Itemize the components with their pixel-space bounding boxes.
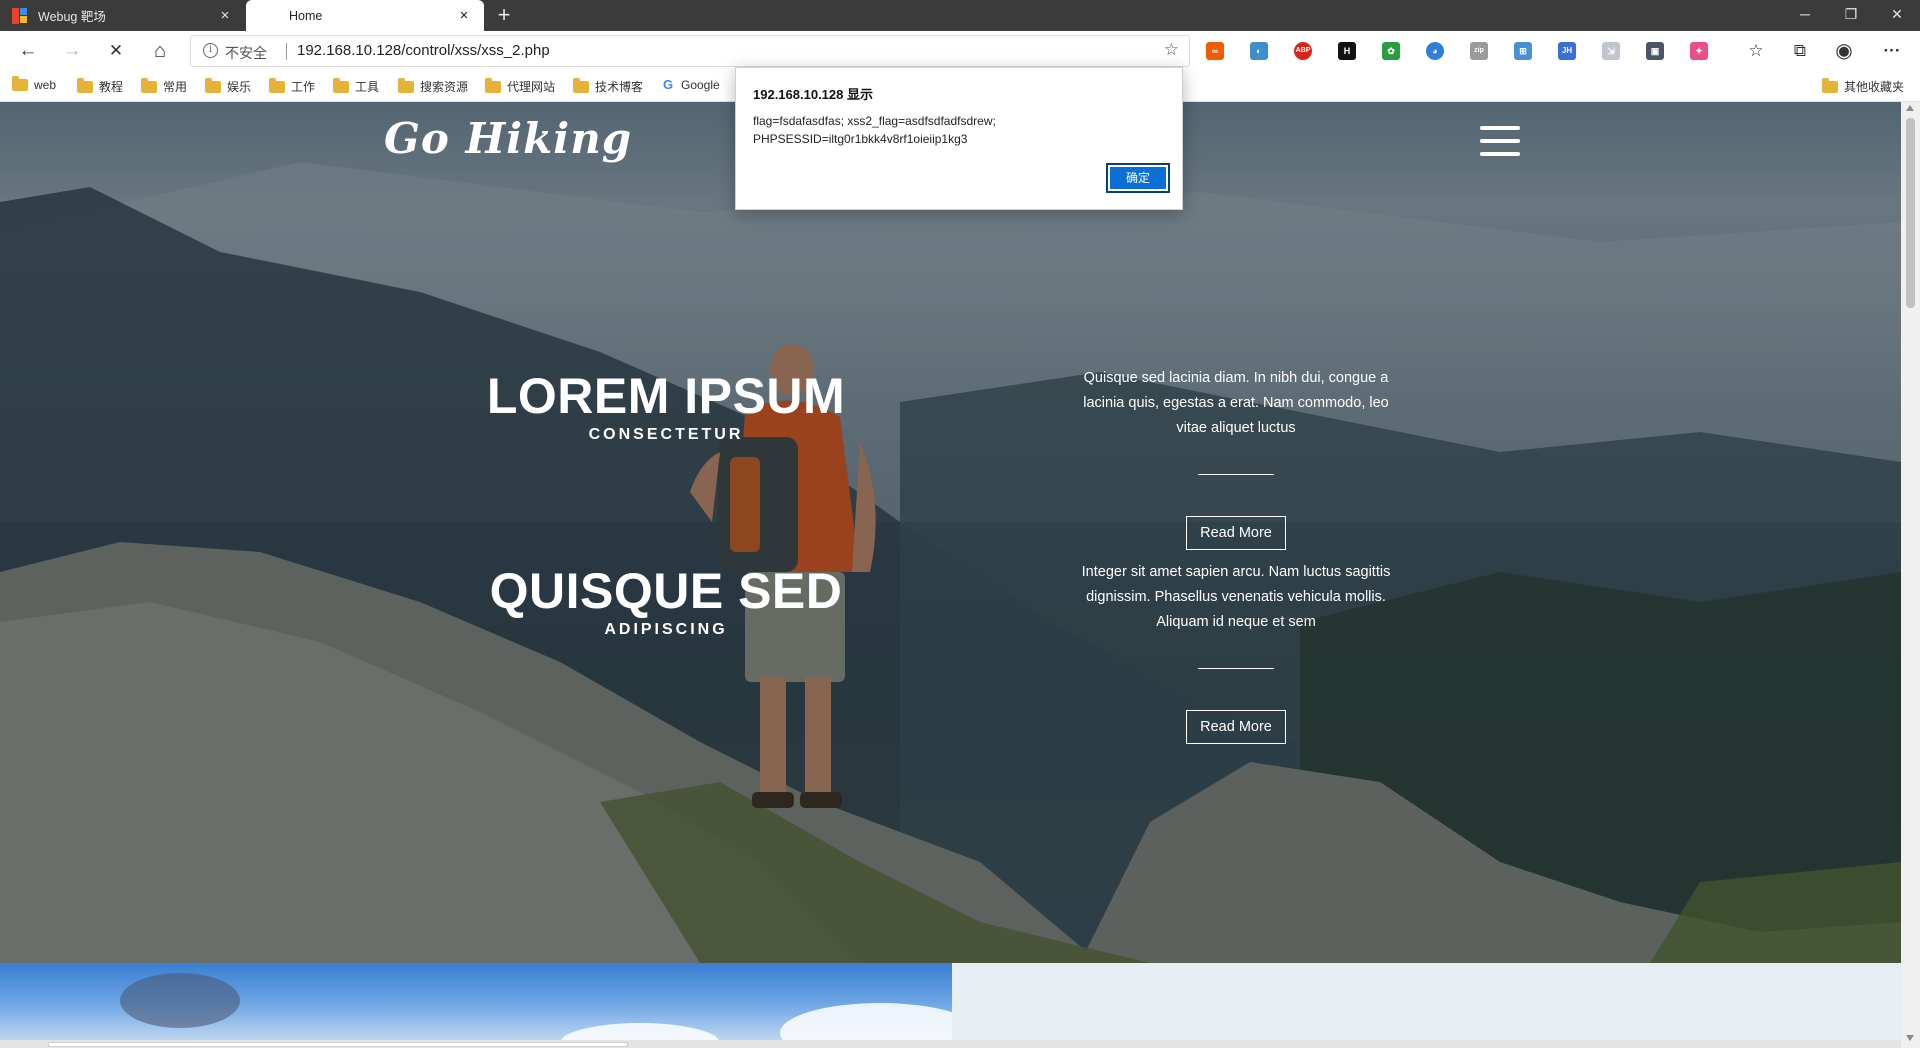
bookmark-folder[interactable]: 技术博客 (573, 77, 643, 95)
scroll-down-arrow-icon[interactable] (1906, 1035, 1914, 1041)
hero-overlay (0, 102, 1901, 963)
profile-avatar[interactable]: ◉ (1832, 39, 1856, 63)
horizontal-scrollbar-thumb[interactable] (48, 1042, 628, 1047)
slide-1-divider (1198, 474, 1274, 475)
other-bookmarks-folder[interactable]: 其他收藏夹 (1822, 77, 1904, 95)
collections-icon[interactable]: ⧉ (1788, 39, 1812, 63)
sky-image (0, 963, 952, 1048)
bookmark-folder[interactable]: 代理网站 (485, 77, 555, 95)
site-logo[interactable]: Go Hiking (384, 114, 632, 163)
horizontal-scrollbar[interactable] (0, 1040, 1901, 1048)
folder-icon (12, 76, 28, 91)
vertical-scrollbar[interactable] (1901, 102, 1920, 1048)
bookmark-folder[interactable]: 搜索资源 (398, 77, 468, 95)
extension-2-icon[interactable]: ◐ (1250, 42, 1268, 60)
menu-icon[interactable]: ··· (1880, 39, 1904, 63)
folder-icon (141, 77, 157, 93)
home-button[interactable]: ⌂ (146, 37, 174, 65)
slide-2-subtitle: ADIPISCING (604, 621, 728, 638)
extension-jh-icon[interactable]: JH (1558, 42, 1576, 60)
slide-2-read-more-button[interactable]: Read More (1186, 710, 1286, 744)
alert-dialog: 192.168.10.128 显示 flag=fsdafasdfas; xss2… (735, 67, 1183, 210)
url-text[interactable]: 192.168.10.128/control/xss/xss_2.php (297, 42, 550, 59)
dialog-title: 192.168.10.128 显示 (753, 87, 873, 102)
scroll-up-arrow-icon[interactable] (1906, 105, 1914, 111)
dialog-message: flag=fsdafasdfas; xss2_flag=asdfsdfadfsd… (753, 114, 996, 146)
minimize-button[interactable]: ─ (1782, 0, 1828, 31)
favorites-icon[interactable]: ☆ (1744, 39, 1768, 63)
slide-1-title: LOREM IPSUM (486, 368, 846, 424)
bookmark-folder[interactable]: 工具 (333, 77, 379, 95)
slide-2-text: Integer sit amet sapien arcu. Nam luctus… (1081, 564, 1391, 630)
hero-background: Go Hiking LOREM IPSUM CONSECTETUR Quisqu… (0, 102, 1901, 963)
ok-label: 确定 (1110, 167, 1166, 189)
tab-webug[interactable]: Webug 靶场 × (0, 0, 245, 31)
slide-1-read-more-button[interactable]: Read More (1186, 516, 1286, 550)
adblock-icon[interactable]: ABP (1294, 42, 1312, 60)
dialog-ok-button[interactable]: 确定 (1106, 163, 1170, 193)
extension-5-icon[interactable]: ✿ (1382, 42, 1400, 60)
tab-close-icon[interactable]: × (217, 8, 233, 24)
tab-home[interactable]: Home × (246, 0, 484, 31)
hamburger-menu-icon[interactable] (1480, 126, 1520, 156)
browser-toolbar: ← → ✕ ⌂ i 不安全 192.168.10.128/control/xss… (0, 31, 1920, 71)
tab-label: Webug 靶场 (38, 10, 106, 24)
address-bar[interactable]: i 不安全 192.168.10.128/control/xss/xss_2.p… (190, 35, 1190, 67)
google-icon: G (662, 77, 674, 92)
folder-icon (205, 77, 221, 93)
slide-1-text: Quisque sed lacinia diam. In nibh dui, c… (1083, 370, 1389, 436)
bookmark-google[interactable]: G Google (661, 77, 720, 93)
back-button[interactable]: ← (14, 37, 42, 65)
extension-h-icon[interactable]: H (1338, 42, 1356, 60)
webug-favicon-icon (12, 7, 28, 24)
bookmark-folder[interactable]: 教程 (77, 77, 123, 95)
bookmark-folder[interactable]: 娱乐 (205, 77, 251, 95)
folder-icon (269, 77, 285, 93)
folder-icon (77, 77, 93, 93)
scrollbar-thumb[interactable] (1906, 118, 1915, 308)
folder-icon (1822, 77, 1838, 93)
close-window-button[interactable]: ✕ (1874, 0, 1920, 31)
divider (286, 43, 287, 60)
extension-8-icon[interactable]: ⊞ (1514, 42, 1532, 60)
folder-icon (573, 77, 589, 93)
page-viewport: Go Hiking LOREM IPSUM CONSECTETUR Quisqu… (0, 102, 1901, 1048)
bookmark-folder[interactable]: web (12, 76, 56, 92)
security-label[interactable]: 不安全 (225, 43, 267, 63)
new-tab-button[interactable]: + (490, 2, 518, 30)
extension-1-icon[interactable]: ∞ (1206, 42, 1224, 60)
slide-1-subtitle: CONSECTETUR (588, 426, 744, 443)
info-icon[interactable]: i (203, 43, 218, 58)
folder-icon (398, 77, 414, 93)
favorite-star-icon[interactable]: ☆ (1164, 40, 1179, 60)
tab-close-icon[interactable]: × (456, 8, 472, 24)
extension-10-icon[interactable]: ⇲ (1602, 42, 1620, 60)
bookmark-folder[interactable]: 常用 (141, 77, 187, 95)
extension-6-icon[interactable]: ◕ (1426, 42, 1444, 60)
extension-12-icon[interactable]: ✦ (1690, 42, 1708, 60)
extension-11-icon[interactable]: ▣ (1646, 42, 1664, 60)
bookmark-folder[interactable]: 工作 (269, 77, 315, 95)
slide-2-divider (1198, 668, 1274, 669)
forward-button[interactable]: → (58, 37, 86, 65)
folder-icon (485, 77, 501, 93)
folder-icon (333, 77, 349, 93)
tab-strip: Webug 靶场 × Home × + ─ ❐ ✕ (0, 0, 1920, 31)
slide-2-title: QUISQUE SED (489, 563, 843, 619)
zip-extension-icon[interactable]: zip (1470, 42, 1488, 60)
restore-button[interactable]: ❐ (1828, 0, 1874, 31)
stop-button[interactable]: ✕ (102, 37, 130, 65)
tab-label: Home (289, 8, 323, 23)
